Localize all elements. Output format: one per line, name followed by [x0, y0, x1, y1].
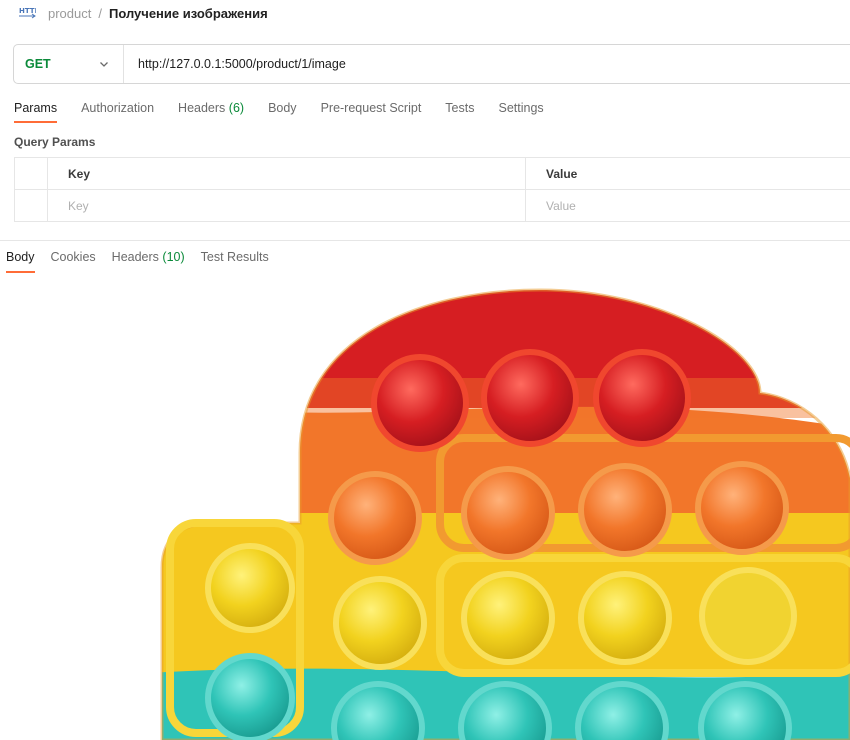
tab-params[interactable]: Params [14, 101, 58, 123]
request-title[interactable]: Получение изображения [109, 6, 268, 21]
tab-authorization[interactable]: Authorization [81, 101, 154, 123]
method-label: GET [25, 57, 51, 71]
pane-divider[interactable] [0, 240, 850, 241]
response-headers-count: (10) [162, 250, 185, 264]
method-selector[interactable]: GET [14, 45, 124, 83]
tab-body[interactable]: Body [268, 101, 297, 123]
tab-settings[interactable]: Settings [498, 101, 543, 123]
svg-text:HTTP: HTTP [19, 7, 36, 15]
pop-it-image [160, 288, 850, 740]
key-column-header: Key [47, 157, 526, 190]
response-image [0, 278, 850, 740]
value-input[interactable]: Value [525, 189, 850, 222]
query-params-title: Query Params [14, 135, 96, 149]
value-column-header: Value [525, 157, 850, 190]
http-icon: HTTP [19, 7, 36, 19]
breadcrumb-collection[interactable]: product [48, 6, 91, 21]
headers-count: (6) [228, 101, 245, 115]
response-tab-headers[interactable]: Headers (10) [112, 250, 185, 273]
query-params-table: Key Value Key Value [14, 157, 850, 222]
response-tabs: Body Cookies Headers (10) Test Results [6, 250, 285, 273]
chevron-down-icon [100, 62, 108, 67]
url-bar: GET [13, 44, 850, 84]
response-tab-test-results[interactable]: Test Results [201, 250, 269, 273]
row-checkbox-cell [14, 189, 48, 222]
checkbox-column-header [14, 157, 48, 190]
response-tab-cookies[interactable]: Cookies [51, 250, 96, 273]
request-tabs: Params Authorization Headers (6) Body Pr… [14, 101, 568, 123]
breadcrumb-separator: / [98, 5, 102, 21]
tab-tests[interactable]: Tests [445, 101, 474, 123]
table-header-row: Key Value [14, 157, 850, 190]
response-tab-body[interactable]: Body [6, 250, 35, 273]
key-input[interactable]: Key [47, 189, 526, 222]
url-input[interactable] [138, 57, 738, 71]
tab-headers[interactable]: Headers (6) [178, 101, 244, 123]
breadcrumb: HTTP product / Получение изображения [18, 4, 268, 22]
tab-pre-request-script[interactable]: Pre-request Script [321, 101, 422, 123]
table-row: Key Value [14, 189, 850, 222]
